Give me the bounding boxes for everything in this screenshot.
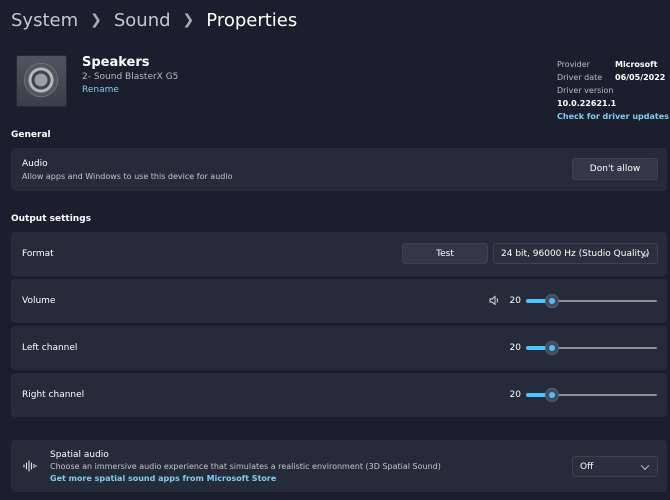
output-settings-heading: Output settings <box>11 214 92 224</box>
driver-date-label: Driver date <box>557 73 603 82</box>
spatial-audio-dropdown-value: Off <box>580 461 594 472</box>
spatial-store-link[interactable]: Get more spatial sound apps from Microso… <box>50 474 276 483</box>
chevron-right-icon: ❯ <box>90 12 102 28</box>
format-dropdown-value: 24 bit, 96000 Hz (Studio Quality) <box>501 248 650 259</box>
format-dropdown[interactable]: 24 bit, 96000 Hz (Studio Quality) <box>493 243 658 264</box>
right-channel-value: 20 <box>509 390 521 400</box>
spatial-audio-icon <box>23 460 37 472</box>
check-driver-updates-link[interactable]: Check for driver updates <box>557 112 669 121</box>
spatial-audio-card: Spatial audio Choose an immersive audio … <box>11 440 667 492</box>
driver-date-value: 06/05/2022 <box>615 73 666 82</box>
test-button[interactable]: Test <box>402 243 488 264</box>
breadcrumb-system[interactable]: System <box>11 10 78 31</box>
audio-description: Allow apps and Windows to use this devic… <box>22 172 233 181</box>
driver-version-label: Driver version <box>557 86 614 95</box>
volume-label: Volume <box>22 296 56 306</box>
volume-slider[interactable] <box>526 295 657 307</box>
chevron-down-icon <box>640 461 650 470</box>
volume-value: 20 <box>509 296 521 306</box>
page-title: Properties <box>206 9 298 31</box>
driver-version-value: 10.0.22621.1 <box>557 99 617 108</box>
volume-slider-thumb[interactable] <box>546 295 559 307</box>
device-name: Speakers <box>82 55 150 70</box>
breadcrumb: System ❯ Sound ❯ Properties <box>11 6 297 34</box>
left-channel-label: Left channel <box>22 343 78 353</box>
provider-label: Provider <box>557 60 590 69</box>
left-channel-slider[interactable] <box>526 342 657 354</box>
right-channel-label: Right channel <box>22 390 85 400</box>
chevron-right-icon: ❯ <box>182 12 195 28</box>
device-subtitle: 2- Sound BlasterX G5 <box>82 72 179 82</box>
audio-card: Audio Allow apps and Windows to use this… <box>11 148 667 191</box>
right-channel-slider[interactable] <box>526 389 657 401</box>
right-channel-slider-thumb[interactable] <box>546 389 559 401</box>
general-heading: General <box>11 130 51 140</box>
speaker-device-icon <box>16 55 67 107</box>
audio-title: Audio <box>22 159 48 169</box>
format-label: Format <box>22 249 54 259</box>
left-channel-value: 20 <box>509 343 521 353</box>
spatial-audio-dropdown[interactable]: Off <box>572 456 658 477</box>
driver-info: Provider Microsoft Driver date 06/05/2022 … <box>557 58 670 123</box>
provider-value: Microsoft <box>615 60 658 69</box>
spatial-audio-title: Spatial audio <box>50 450 109 460</box>
dont-allow-button[interactable]: Don't allow <box>572 158 658 180</box>
left-channel-slider-thumb[interactable] <box>546 342 559 354</box>
rename-link[interactable]: Rename <box>82 85 119 95</box>
format-card: Format Test 24 bit, 96000 Hz (Studio Qua… <box>11 232 667 276</box>
spatial-audio-description: Choose an immersive audio experience tha… <box>50 462 441 471</box>
breadcrumb-sound[interactable]: Sound <box>114 10 171 31</box>
